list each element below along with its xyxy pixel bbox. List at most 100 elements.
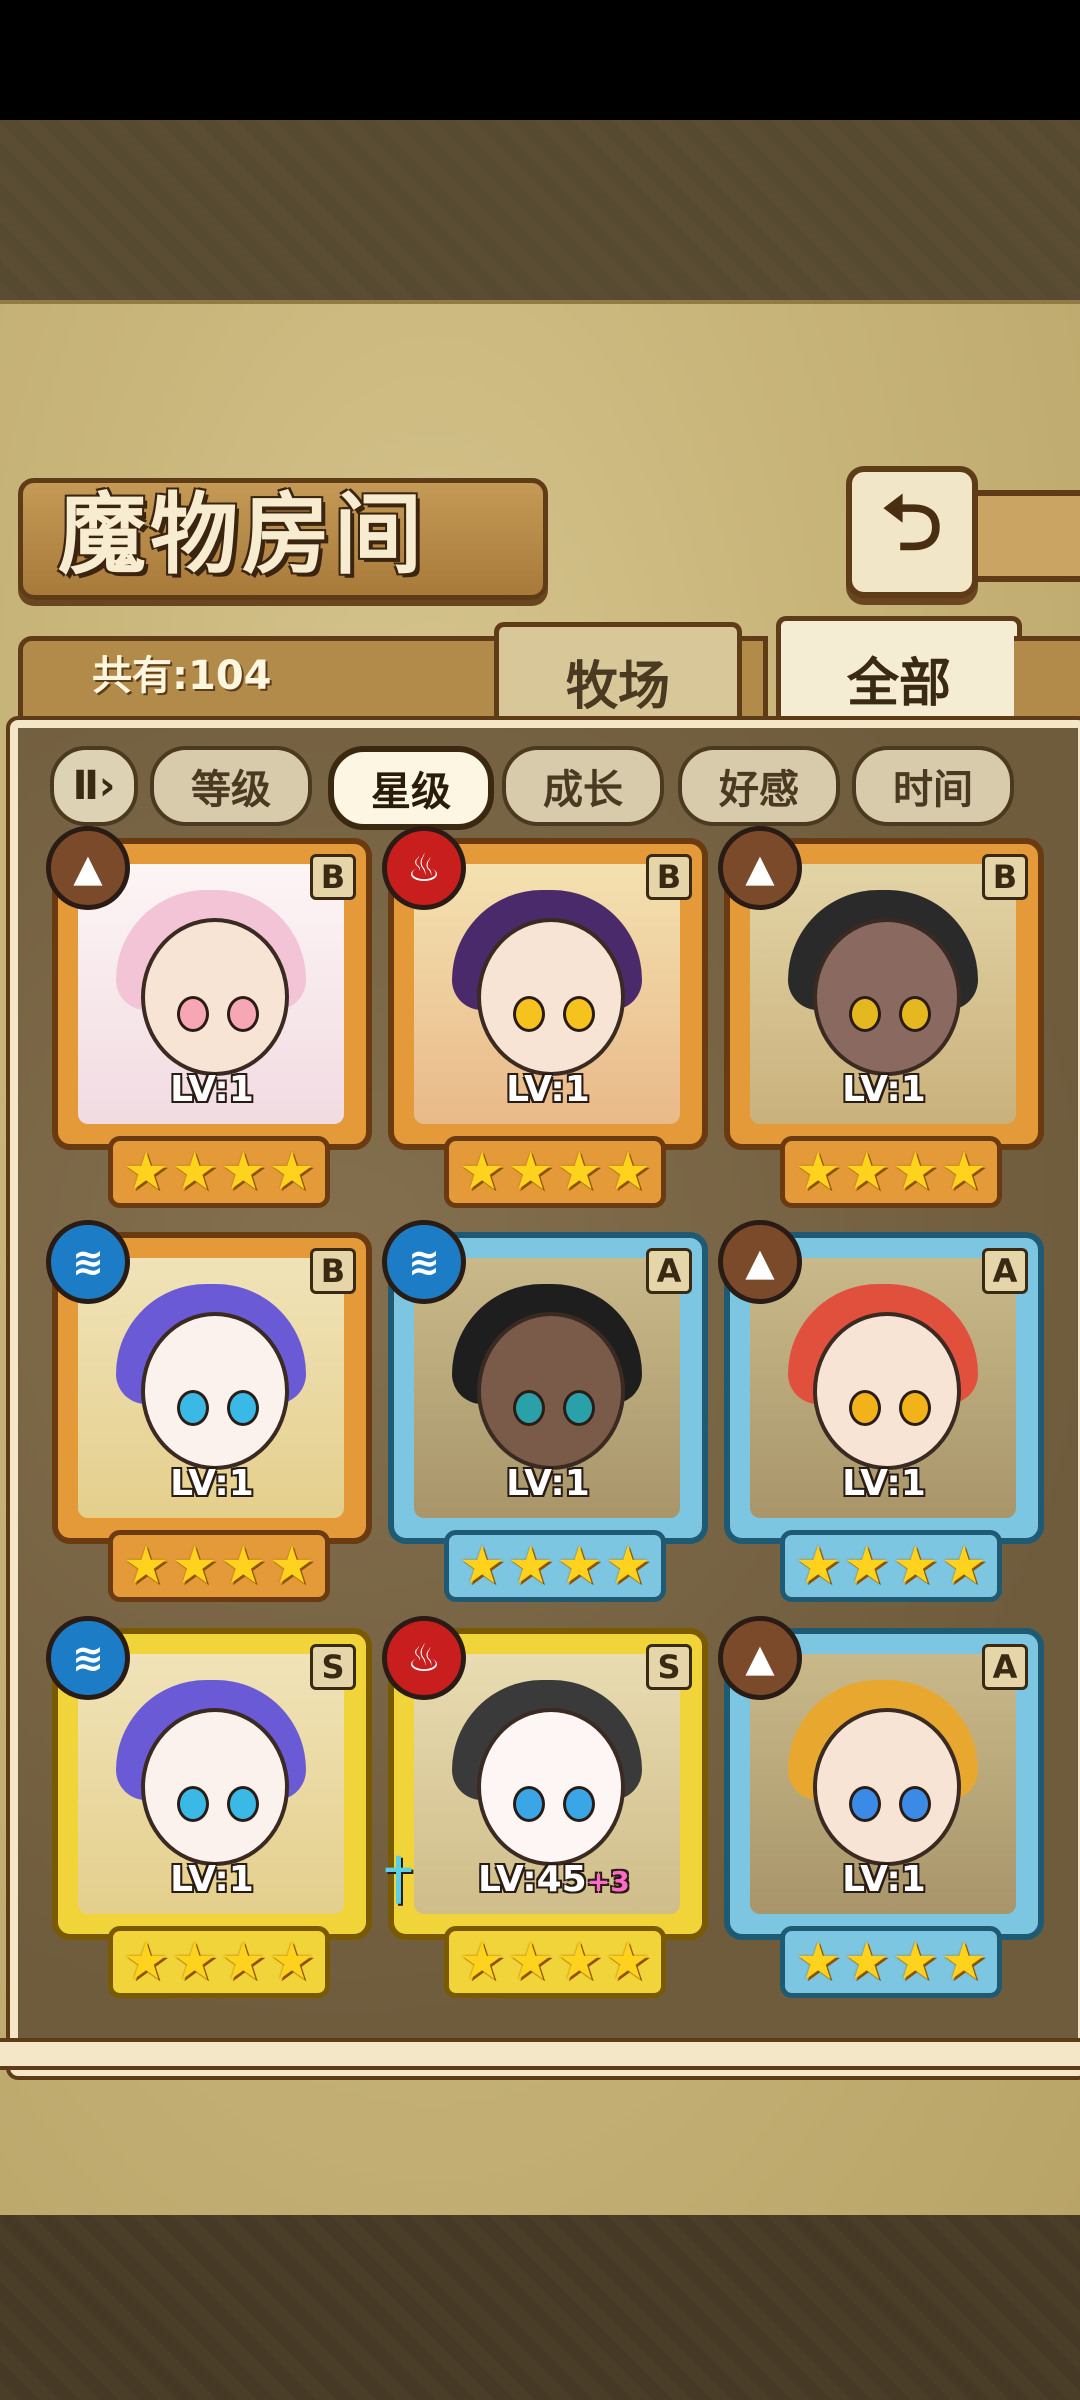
star-rating: ★ ★ ★ ★ <box>780 1926 1002 1998</box>
rank-badge: S <box>646 1644 692 1690</box>
star-rating: ★ ★ ★ ★ <box>780 1136 1002 1208</box>
sort-order-icon: Ⅱ› <box>72 763 116 809</box>
sort-button-time[interactable]: 时间 <box>852 746 1014 826</box>
sort-button-growth[interactable]: 成长 <box>502 746 664 826</box>
fire-icon: ♨ <box>382 826 466 910</box>
level-label: LV:1 <box>814 1464 954 1504</box>
star-icon: ★ <box>892 1932 939 1992</box>
rank-badge: S <box>310 1644 356 1690</box>
star-icon: ★ <box>843 1142 890 1202</box>
water-icon: ≋ <box>382 1220 466 1304</box>
level-label: LV:1 <box>814 1860 954 1900</box>
level-value: LV:1 <box>170 1859 254 1900</box>
star-rating: ★ ★ ★ ★ <box>780 1530 1002 1602</box>
sort-button-level[interactable]: 等级 <box>150 746 312 826</box>
monster-card[interactable]: ▲ B LV:1 ★ ★ ★ ★ <box>718 826 1044 1208</box>
star-icon: ★ <box>940 1536 988 1596</box>
star-icon: ★ <box>171 1142 218 1202</box>
level-label: LV:1 <box>814 1070 954 1110</box>
star-icon: ★ <box>940 1932 988 1992</box>
star-rating: ★ ★ ★ ★ <box>444 1926 666 1998</box>
star-icon: ★ <box>794 1536 842 1596</box>
earth-icon: ▲ <box>718 1616 802 1700</box>
status-bar <box>0 0 1080 120</box>
back-rail <box>970 490 1080 582</box>
earth-icon: ▲ <box>718 1220 802 1304</box>
rank-badge: A <box>982 1644 1028 1690</box>
star-icon: ★ <box>843 1536 890 1596</box>
monster-card[interactable]: ≋ S LV:1 ★ ★ ★ ★ <box>46 1616 372 1998</box>
back-button[interactable]: ⮌ <box>846 466 978 598</box>
star-rating: ★ ★ ★ ★ <box>444 1530 666 1602</box>
star-icon: ★ <box>556 1142 603 1202</box>
sort-button-stars[interactable]: 星级 <box>328 746 494 830</box>
star-icon: ★ <box>122 1932 170 1992</box>
star-icon: ★ <box>171 1932 218 1992</box>
star-icon: ★ <box>268 1142 316 1202</box>
star-icon: ★ <box>122 1142 170 1202</box>
monster-card[interactable]: ▲ A LV:1 ★ ★ ★ ★ <box>718 1220 1044 1602</box>
level-value: LV:1 <box>170 1069 254 1110</box>
rank-badge: B <box>646 854 692 900</box>
star-rating: ★ ★ ★ ★ <box>108 1530 330 1602</box>
grid-bottom-rail <box>0 2038 1080 2070</box>
page-title: 魔物房间 <box>58 482 427 586</box>
sort-order-toggle[interactable]: Ⅱ› <box>50 746 138 826</box>
level-value: LV:45 <box>478 1859 587 1900</box>
level-value: LV:1 <box>506 1069 590 1110</box>
star-icon: ★ <box>892 1142 939 1202</box>
star-icon: ★ <box>268 1932 316 1992</box>
earth-icon: ▲ <box>718 826 802 910</box>
star-icon: ★ <box>220 1142 267 1202</box>
rank-badge: B <box>310 854 356 900</box>
level-label: LV:45+3 <box>478 1859 630 1900</box>
star-icon: ★ <box>458 1932 506 1992</box>
level-label: LV:1 <box>478 1070 618 1110</box>
monster-card[interactable]: ≋ B LV:1 ★ ★ ★ ★ <box>46 1220 372 1602</box>
level-label: LV:1 <box>142 1070 282 1110</box>
star-icon: ★ <box>458 1142 506 1202</box>
star-rating: ★ ★ ★ ★ <box>108 1136 330 1208</box>
star-icon: ★ <box>556 1536 603 1596</box>
level-value: LV:1 <box>842 1463 926 1504</box>
monster-card[interactable]: ≋ A LV:1 ★ ★ ★ ★ <box>382 1220 708 1602</box>
map-background-top <box>0 120 1080 306</box>
level-label: LV:1 <box>478 1464 618 1504</box>
star-icon: ★ <box>604 1142 652 1202</box>
level-value: LV:1 <box>506 1463 590 1504</box>
star-rating: ★ ★ ★ ★ <box>108 1926 330 1998</box>
level-label: LV:1 <box>142 1860 282 1900</box>
sort-button-affection[interactable]: 好感 <box>678 746 840 826</box>
star-icon: ★ <box>507 1932 554 1992</box>
star-icon: ★ <box>122 1536 170 1596</box>
star-icon: ★ <box>507 1142 554 1202</box>
star-icon: ★ <box>892 1536 939 1596</box>
level-value: LV:1 <box>842 1859 926 1900</box>
monster-card[interactable]: ♨ B LV:1 ★ ★ ★ ★ <box>382 826 708 1208</box>
tab-all[interactable]: 全部 <box>776 616 1022 735</box>
rank-badge: B <box>982 854 1028 900</box>
star-icon: ★ <box>268 1536 316 1596</box>
star-icon: ★ <box>220 1932 267 1992</box>
fire-icon: ♨ <box>382 1616 466 1700</box>
monster-card[interactable]: ▲ A LV:1 ★ ★ ★ ★ <box>718 1616 1044 1998</box>
tab-pasture[interactable]: 牧场 <box>494 622 742 735</box>
earth-icon: ▲ <box>46 826 130 910</box>
monster-card[interactable]: ♨ S † LV:45+3 ★ ★ ★ ★ <box>382 1616 708 1998</box>
sword-icon: † <box>384 1844 413 1912</box>
level-bonus: +3 <box>586 1865 630 1898</box>
star-icon: ★ <box>940 1142 988 1202</box>
level-value: LV:1 <box>170 1463 254 1504</box>
star-icon: ★ <box>556 1932 603 1992</box>
back-arrow-icon: ⮌ <box>881 477 943 567</box>
tab-rail <box>1014 636 1080 726</box>
star-icon: ★ <box>604 1932 652 1992</box>
star-rating: ★ ★ ★ ★ <box>444 1136 666 1208</box>
monster-card[interactable]: ▲ B LV:1 ★ ★ ★ ★ <box>46 826 372 1208</box>
water-icon: ≋ <box>46 1616 130 1700</box>
star-icon: ★ <box>220 1536 267 1596</box>
map-background-bottom <box>0 2215 1080 2400</box>
rank-badge: B <box>310 1248 356 1294</box>
star-icon: ★ <box>171 1536 218 1596</box>
star-icon: ★ <box>843 1932 890 1992</box>
